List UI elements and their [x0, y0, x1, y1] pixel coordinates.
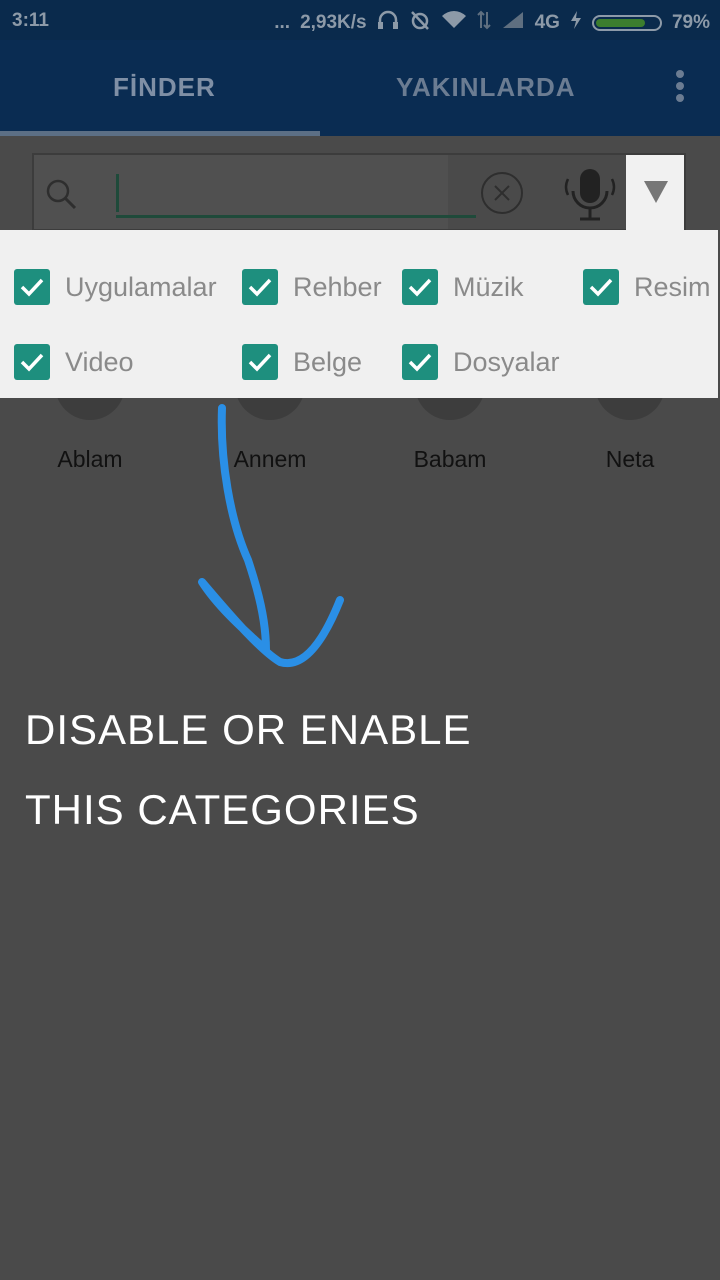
- contact-name[interactable]: Neta: [570, 446, 690, 473]
- search-bar: [32, 153, 686, 231]
- charging-icon: [570, 10, 582, 36]
- category-label: Uygulamalar: [65, 271, 217, 302]
- checkbox[interactable]: [242, 344, 278, 380]
- category-rehber[interactable]: Rehber: [242, 269, 382, 305]
- category-video[interactable]: Video: [14, 344, 134, 380]
- alarm-off-icon: [409, 9, 431, 37]
- category-belge[interactable]: Belge: [242, 344, 362, 380]
- category-panel: Uygulamalar Rehber Müzik Resim Video Bel…: [0, 230, 718, 398]
- status-time: 3:11: [12, 10, 49, 31]
- search-icon: [46, 179, 77, 210]
- signal-icon: [501, 10, 525, 36]
- clear-icon[interactable]: [480, 171, 524, 215]
- status-icons: ... 2,93K/s 4G 79%: [274, 9, 710, 37]
- category-resim[interactable]: Resim: [583, 269, 711, 305]
- checkbox[interactable]: [14, 344, 50, 380]
- network-type: 4G: [534, 12, 560, 33]
- battery-icon: [591, 15, 662, 31]
- headphone-icon: [377, 10, 399, 36]
- checkbox[interactable]: [402, 269, 438, 305]
- search-underline: [116, 215, 476, 218]
- app-bar: FİNDER YAKINLARDA: [0, 40, 720, 136]
- category-label: Belge: [293, 346, 363, 377]
- category-dropdown-button[interactable]: [626, 155, 684, 231]
- checkbox[interactable]: [583, 269, 619, 305]
- tab-finder[interactable]: FİNDER: [113, 72, 216, 103]
- category-uygulamalar[interactable]: Uygulamalar: [14, 269, 217, 305]
- status-dots: ...: [274, 12, 291, 33]
- hint-line-1: DISABLE OR ENABLE: [25, 706, 472, 753]
- hint-arrow-icon: [198, 404, 344, 668]
- checkbox[interactable]: [242, 269, 278, 305]
- checkbox[interactable]: [14, 269, 50, 305]
- contact-name[interactable]: Ablam: [30, 446, 150, 473]
- category-label: Video: [65, 346, 134, 377]
- hint-line-2: THIS CATEGORIES: [25, 786, 420, 833]
- category-label: Resim: [634, 271, 711, 302]
- category-label: Müzik: [453, 271, 524, 302]
- category-label: Rehber: [293, 271, 382, 302]
- checkbox[interactable]: [402, 344, 438, 380]
- category-muzik[interactable]: Müzik: [402, 269, 524, 305]
- mic-icon[interactable]: [562, 165, 618, 223]
- data-transfer-icon: [476, 10, 491, 36]
- category-dosyalar[interactable]: Dosyalar: [402, 344, 560, 380]
- status-bar: 3:11 ... 2,93K/s 4G 79%: [0, 0, 720, 40]
- more-vert-icon[interactable]: [672, 70, 688, 108]
- search-input[interactable]: [34, 155, 476, 229]
- tab-yakinlarda[interactable]: YAKINLARDA: [396, 72, 576, 103]
- wifi-icon: [441, 10, 467, 36]
- network-speed: 2,93K/s: [300, 12, 367, 33]
- category-label: Dosyalar: [453, 346, 560, 377]
- contact-name[interactable]: Babam: [390, 446, 510, 473]
- tab-indicator: [0, 131, 320, 136]
- text-cursor: [116, 174, 119, 212]
- dropdown-arrow-icon: [644, 181, 668, 203]
- battery-percent: 79%: [671, 12, 710, 33]
